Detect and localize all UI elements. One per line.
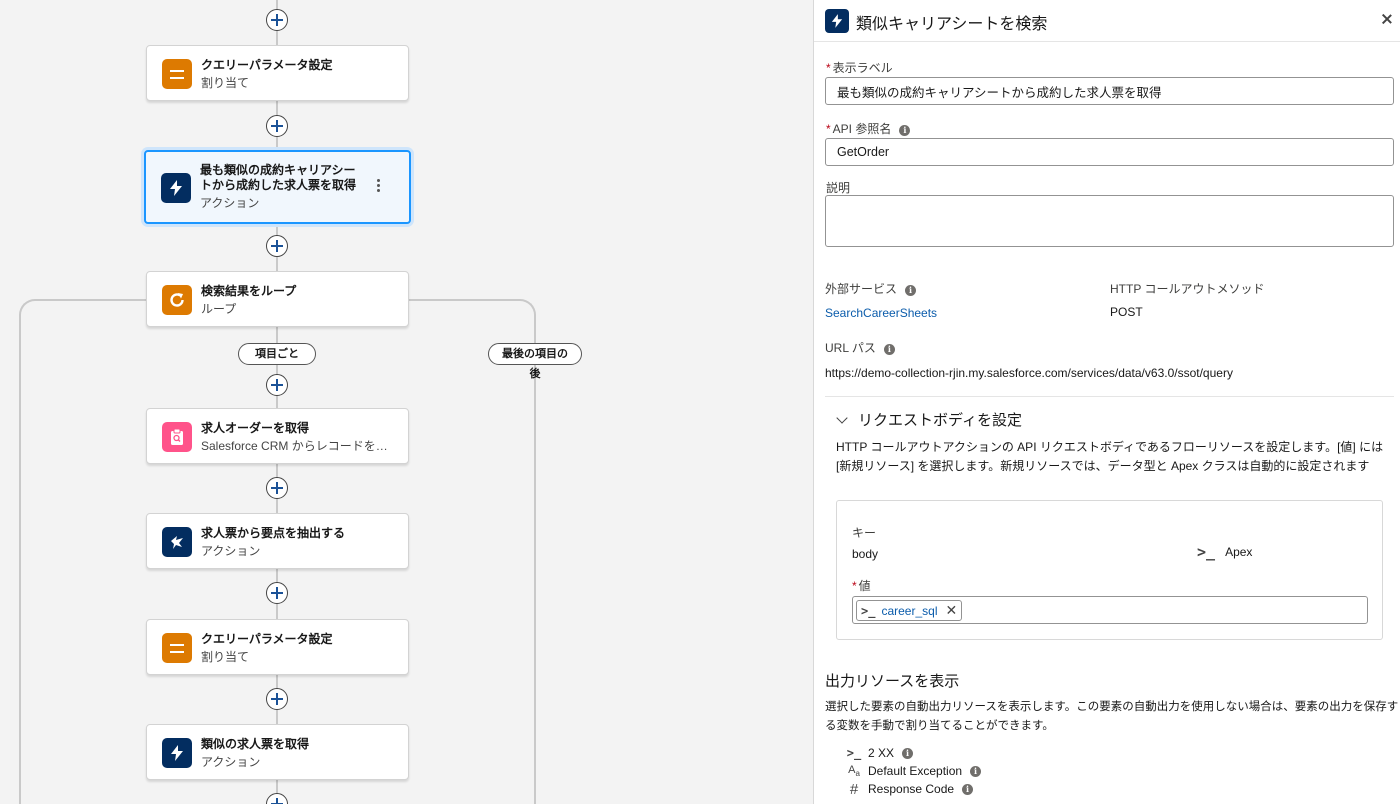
output-item-label: Response Code	[868, 782, 955, 796]
flow-node-loop[interactable]: 検索結果をループ ループ	[146, 271, 409, 327]
http-method-label: HTTP コールアウトメソッド	[1110, 282, 1265, 296]
flow-canvas[interactable]: 項目ごと 最後の項目の後 クエリーパラメータ設定 割り当て 最も類似の成約キャリ…	[0, 0, 813, 804]
info-icon[interactable]: i	[883, 344, 895, 355]
divider	[825, 396, 1394, 397]
lightning-icon	[161, 173, 191, 203]
after-last-item-label: 最後の項目の後	[488, 343, 582, 380]
node-title: 求人票から要点を抽出する	[201, 526, 346, 540]
lightning-icon	[825, 9, 849, 33]
output-item-label: Default Exception	[868, 764, 963, 778]
prompt-template-icon	[162, 527, 192, 557]
apex-icon: >_	[861, 603, 876, 618]
flow-node-action-selected[interactable]: 最も類似の成約キャリアシートから成約した求人票を取得 アクション	[144, 150, 411, 224]
request-body-section-toggle[interactable]: リクエストボディを設定	[836, 409, 1022, 430]
value-label: * 値	[852, 579, 871, 593]
add-element-button[interactable]	[266, 477, 288, 499]
add-element-button[interactable]	[266, 793, 288, 804]
flow-node-assignment[interactable]: クエリーパラメータ設定 割り当て	[146, 619, 409, 675]
assignment-icon	[162, 59, 192, 89]
selected-resource-pill[interactable]: >_ career_sql ✕	[856, 600, 963, 621]
output-item: Aa Default Exception i	[846, 762, 982, 780]
node-title: 求人オーダーを取得	[201, 421, 310, 435]
node-title: クエリーパラメータ設定	[201, 58, 333, 72]
chevron-down-icon	[836, 412, 848, 424]
flow-node-action[interactable]: 求人票から要点を抽出する アクション	[146, 513, 409, 569]
type-value: >_ Apex	[1197, 543, 1253, 561]
node-type: Salesforce CRM からレコードを…	[201, 439, 388, 453]
loop-exit-connector	[408, 299, 536, 804]
external-service-label: 外部サービス i	[825, 280, 917, 297]
request-body-description: HTTP コールアウトアクションの API リクエストボディであるフローリソース…	[836, 440, 1384, 473]
output-item: # Response Code i	[846, 780, 974, 798]
key-label: キー	[852, 526, 877, 540]
info-icon[interactable]: i	[902, 747, 914, 759]
description-field-label: 説明	[826, 181, 851, 195]
output-item: >_ 2 XX i	[846, 744, 914, 762]
info-icon[interactable]: i	[905, 285, 917, 296]
info-icon[interactable]: i	[970, 765, 982, 777]
node-type: 割り当て	[201, 650, 250, 664]
node-type: ループ	[201, 302, 237, 316]
add-element-button[interactable]	[266, 688, 288, 710]
flow-node-get-records[interactable]: 求人オーダーを取得 Salesforce CRM からレコードを…	[146, 408, 409, 464]
loop-back-connector	[19, 299, 147, 804]
assignment-icon	[162, 633, 192, 663]
text-icon: Aa	[848, 763, 860, 779]
node-type: アクション	[201, 544, 261, 558]
output-resources-heading: 出力リソースを表示	[825, 673, 960, 690]
lightning-icon	[162, 738, 192, 768]
get-records-icon	[162, 422, 192, 452]
node-type: アクション	[201, 755, 261, 769]
close-icon[interactable]	[1379, 11, 1395, 27]
info-icon[interactable]: i	[962, 783, 974, 795]
flow-node-action[interactable]: 類似の求人票を取得 アクション	[146, 724, 409, 780]
description-textarea[interactable]	[825, 195, 1394, 247]
label-input[interactable]	[825, 77, 1394, 105]
apex-icon: >_	[846, 746, 862, 760]
add-element-button[interactable]	[266, 582, 288, 604]
output-resources-description: 選択した要素の自動出力リソースを表示します。この要素の自動出力を使用しない場合は…	[825, 701, 1399, 732]
node-title: クエリーパラメータ設定	[201, 632, 333, 646]
http-method-value: POST	[1110, 305, 1143, 319]
node-type: 割り当て	[201, 76, 250, 90]
label-field-label: * 表示ラベル	[826, 61, 893, 75]
add-element-button[interactable]	[266, 115, 288, 137]
apex-icon: >_	[1197, 543, 1216, 561]
node-title: 最も類似の成約キャリアシートから成約した求人票を取得	[200, 163, 357, 192]
node-type: アクション	[200, 196, 260, 210]
resource-name: career_sql	[881, 603, 938, 618]
node-title: 類似の求人票を取得	[201, 737, 310, 751]
info-icon[interactable]: i	[899, 125, 911, 136]
url-path-label: URL パス i	[825, 339, 895, 356]
number-icon: #	[849, 780, 859, 798]
api-name-input[interactable]	[825, 138, 1394, 166]
panel-header: 類似キャリアシートを検索	[814, 0, 1400, 42]
add-element-button[interactable]	[266, 374, 288, 396]
loop-icon	[162, 285, 192, 315]
value-resource-input[interactable]: >_ career_sql ✕	[852, 596, 1368, 624]
panel-title: 類似キャリアシートを検索	[856, 16, 1048, 33]
output-item-label: 2 XX	[868, 746, 895, 760]
for-each-item-label: 項目ごと	[238, 343, 316, 365]
api-name-field-label: * API 参照名 i	[826, 120, 911, 137]
add-element-button[interactable]	[266, 9, 288, 31]
more-actions-icon[interactable]	[377, 179, 381, 195]
node-title: 検索結果をループ	[201, 284, 297, 298]
flow-node-assignment[interactable]: クエリーパラメータ設定 割り当て	[146, 45, 409, 101]
add-element-button[interactable]	[266, 235, 288, 257]
url-path-value: https://demo-collection-rjin.my.salesfor…	[825, 366, 1233, 380]
external-service-link[interactable]: SearchCareerSheets	[825, 306, 937, 320]
key-value: body	[852, 547, 879, 561]
remove-icon[interactable]: ✕	[945, 602, 957, 619]
